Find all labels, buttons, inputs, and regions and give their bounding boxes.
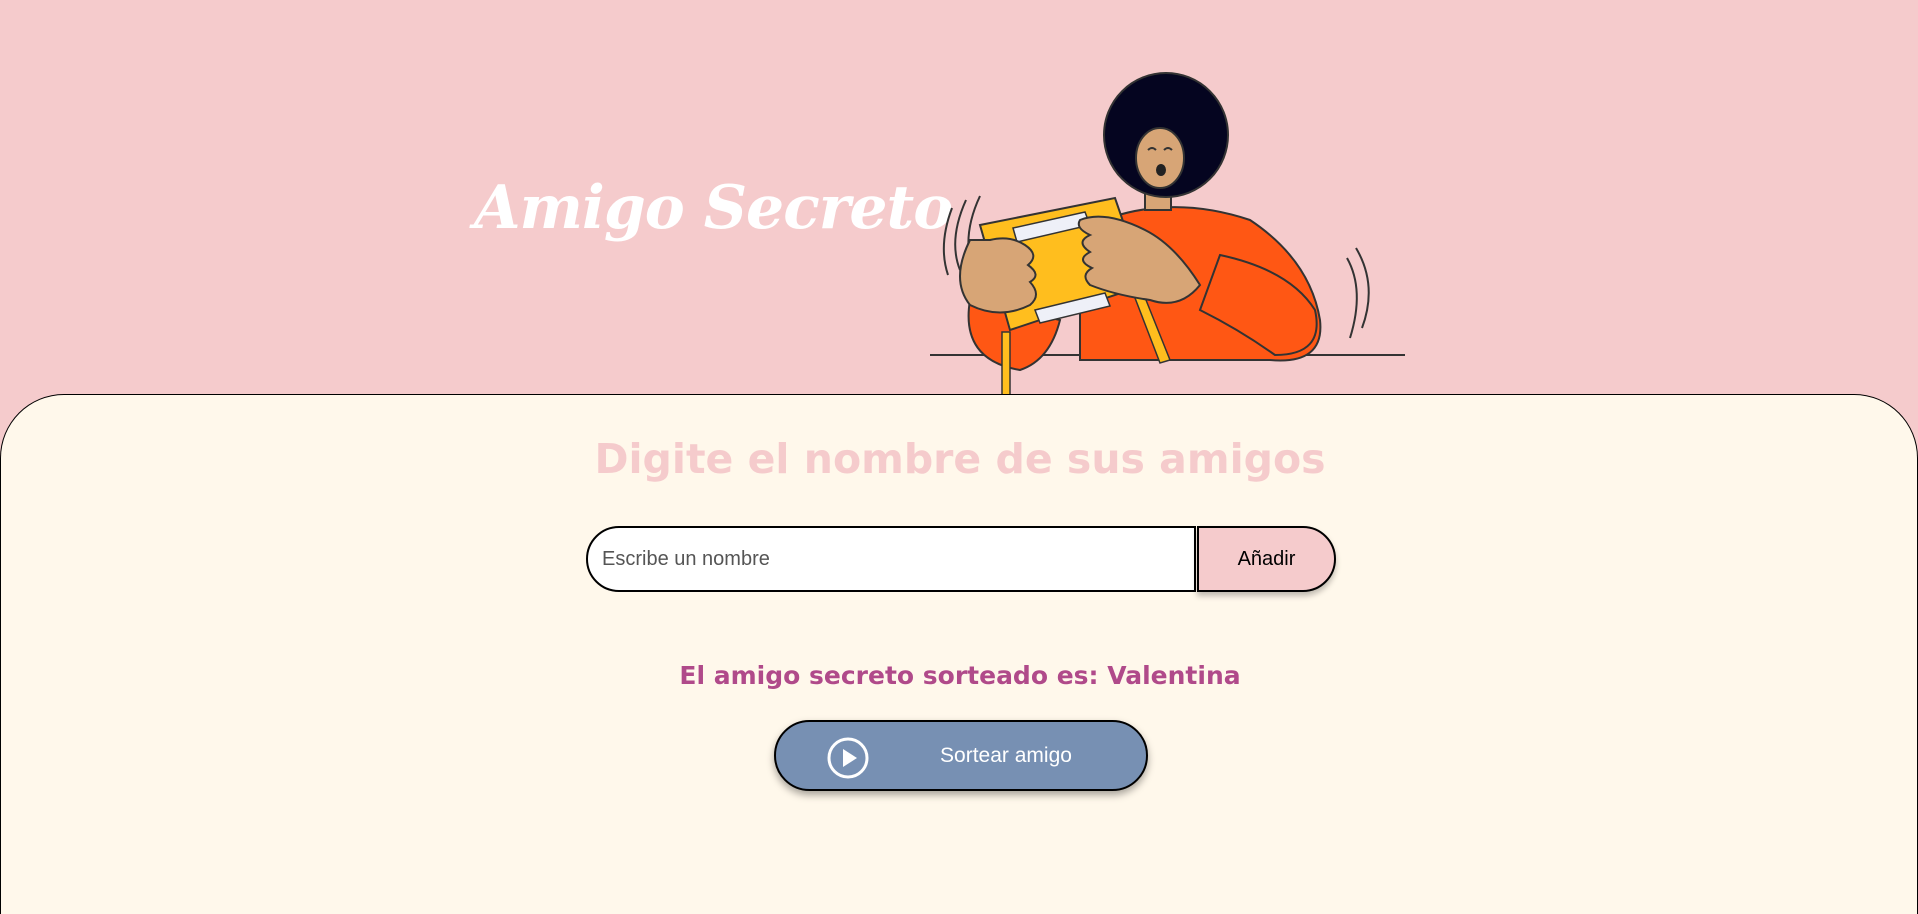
result-text: El amigo secreto sorteado es: Valentina [679, 661, 1241, 690]
main-panel: Digite el nombre de sus amigos Añadir El… [0, 394, 1918, 914]
add-button[interactable]: Añadir [1197, 526, 1336, 592]
header: Amigo Secreto [0, 0, 1918, 400]
name-input[interactable] [586, 526, 1196, 592]
draw-friend-button[interactable]: Sortear amigo [774, 720, 1148, 791]
person-shaking-gift-illustration [930, 72, 1405, 398]
add-friend-form: Añadir [586, 526, 1336, 592]
section-title: Digite el nombre de sus amigos [594, 435, 1326, 483]
play-circle-icon [827, 737, 869, 779]
app-title: Amigo Secreto [474, 173, 953, 243]
draw-button-label: Sortear amigo [940, 744, 1072, 767]
